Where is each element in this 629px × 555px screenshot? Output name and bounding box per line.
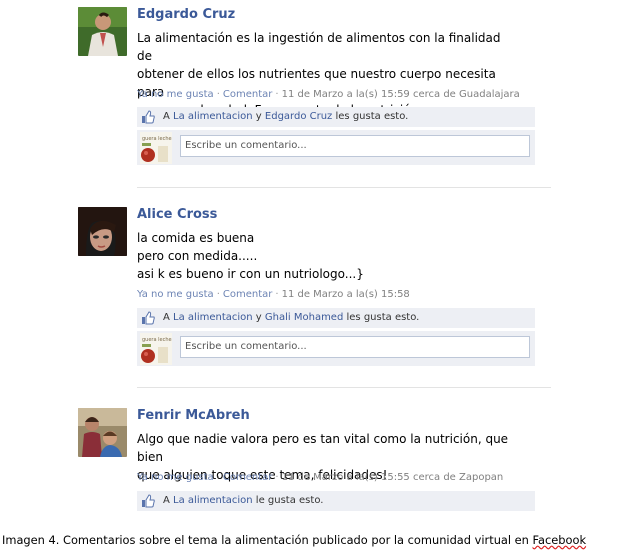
likes-text: A La alimentacion y Edgardo Cruz les gus… bbox=[163, 111, 409, 122]
comment-box: guera leche Escribe un comentario... bbox=[137, 331, 535, 366]
man-avatar-icon bbox=[78, 7, 127, 56]
unlike-link[interactable]: Ya no me gusta bbox=[137, 89, 214, 100]
timestamp: 11 de Marzo a la(s) 15:58 bbox=[281, 289, 410, 300]
divider bbox=[137, 387, 551, 388]
author-name[interactable]: Alice Cross bbox=[137, 207, 217, 222]
commenter-avatar-icon: guera leche bbox=[140, 333, 172, 365]
thumbs-up-icon bbox=[142, 110, 155, 124]
author-name[interactable]: Fenrir McAbreh bbox=[137, 408, 250, 423]
post-meta: Ya no me gusta · Comentar · 11 de Marzo a la… bbox=[137, 472, 504, 483]
author-avatar[interactable] bbox=[78, 408, 127, 457]
unlike-link[interactable]: Ya no me gusta bbox=[137, 472, 214, 483]
commenter-avatar: guera leche bbox=[140, 333, 172, 365]
author-avatar[interactable] bbox=[78, 7, 127, 56]
liker-link[interactable]: La alimentacion bbox=[173, 495, 253, 506]
post-meta: Ya no me gusta · Comentar · 11 de Marzo a la… bbox=[137, 289, 410, 300]
comment-link[interactable]: Comentar bbox=[223, 289, 273, 300]
woman-avatar-icon bbox=[78, 207, 127, 256]
commenter-avatar: guera leche bbox=[140, 132, 172, 164]
family-avatar-icon bbox=[78, 408, 127, 457]
post-meta: Ya no me gusta · Comentar · 11 de Marzo a la… bbox=[137, 89, 520, 100]
likes-bar: A La alimentacion le gusta esto. bbox=[137, 491, 535, 511]
timestamp: 11 de Marzo a la(s) 15:59 cerca de Guada… bbox=[281, 89, 520, 100]
likes-bar: A La alimentacion y Ghali Mohamed les gu… bbox=[137, 308, 535, 328]
unlike-link[interactable]: Ya no me gusta bbox=[137, 289, 214, 300]
thumbs-up-icon bbox=[142, 311, 155, 325]
likes-text: A La alimentacion y Ghali Mohamed les gu… bbox=[163, 312, 420, 323]
caption-text: Imagen 4. Comentarios sobre el tema la a… bbox=[2, 533, 533, 547]
comment-input[interactable]: Escribe un comentario... bbox=[180, 336, 530, 358]
thumbs-up-icon bbox=[142, 494, 155, 508]
figure-caption: Imagen 4. Comentarios sobre el tema la a… bbox=[2, 533, 586, 547]
divider bbox=[137, 187, 551, 188]
liker-link[interactable]: Edgardo Cruz bbox=[265, 111, 332, 122]
comment-input[interactable]: Escribe un comentario... bbox=[180, 135, 530, 157]
liker-link[interactable]: La alimentacion bbox=[173, 111, 253, 122]
svg-text:guera leche: guera leche bbox=[142, 136, 172, 142]
comment-link[interactable]: Comentar bbox=[223, 89, 273, 100]
comment-box: guera leche Escribe un comentario... bbox=[137, 130, 535, 165]
caption-facebook: Facebook bbox=[532, 533, 587, 547]
liker-link[interactable]: La alimentacion bbox=[173, 312, 253, 323]
author-name[interactable]: Edgardo Cruz bbox=[137, 7, 235, 22]
svg-text:guera leche: guera leche bbox=[142, 337, 172, 343]
post-text: la comida es buena pero con medida..... … bbox=[137, 231, 364, 281]
timestamp: 11 de Marzo a la(s) 15:55 cerca de Zapop… bbox=[281, 472, 504, 483]
likes-bar: A La alimentacion y Edgardo Cruz les gus… bbox=[137, 107, 535, 127]
likes-text: A La alimentacion le gusta esto. bbox=[163, 495, 324, 506]
author-avatar[interactable] bbox=[78, 207, 127, 256]
commenter-avatar-icon: guera leche bbox=[140, 132, 172, 164]
post-text: La alimentación es la ingestión de alime… bbox=[137, 31, 501, 117]
comment-link[interactable]: Comentar bbox=[223, 472, 273, 483]
liker-link[interactable]: Ghali Mohamed bbox=[265, 312, 343, 323]
